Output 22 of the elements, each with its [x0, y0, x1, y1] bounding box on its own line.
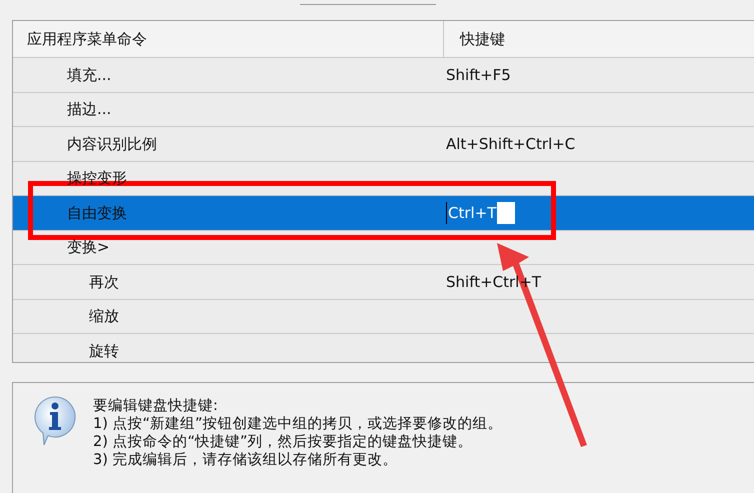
- command-name: 内容识别比例: [67, 134, 157, 152]
- command-row[interactable]: 填充... Shift+F5: [13, 58, 754, 92]
- command-row[interactable]: 内容识别比例 Alt+Shift+Ctrl+C: [13, 127, 754, 162]
- command-name: 缩放: [89, 307, 119, 325]
- column-header[interactable]: 快捷键: [460, 28, 505, 50]
- shortcut-field[interactable]: Ctrl+T: [446, 202, 516, 224]
- command-name: 自由变换: [67, 204, 127, 222]
- info-text: 3) 完成编辑后，请存储该组以存储所有更改。: [93, 451, 398, 469]
- info-text: 2) 点按命令的“快捷键”列，然后按要指定的键盘快捷键。: [93, 433, 474, 451]
- command-name: 再次: [89, 272, 119, 290]
- command-name: 旋转: [89, 342, 119, 360]
- shortcut-text: Shift+F5: [446, 66, 511, 84]
- command-name: 描边...: [67, 100, 112, 118]
- command-name: 填充...: [67, 66, 112, 84]
- command-row[interactable]: 描边...: [13, 92, 754, 127]
- column-header[interactable]: 应用程序菜单命令: [27, 28, 147, 50]
- command-name: 变换>: [67, 238, 110, 256]
- info-text: 要编辑键盘快捷键:: [93, 397, 219, 415]
- info-icon: [33, 395, 77, 447]
- info-text: 1) 点按“新建组”按钮创建选中组的拷贝，或选择要修改的组。: [93, 415, 503, 433]
- shortcut-text: Alt+Shift+Ctrl+C: [446, 134, 576, 152]
- command-row[interactable]: 自由变换 Ctrl+T: [13, 196, 754, 230]
